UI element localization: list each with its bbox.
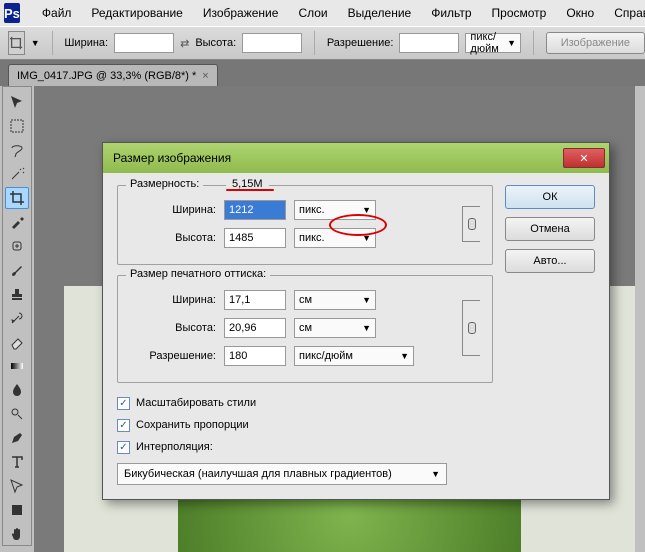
constrain-proportions-checkbox[interactable]: ✓ (117, 419, 130, 432)
image-size-dialog: Размер изображения ✕ Размерность: 5,15M … (102, 142, 610, 500)
constrain-proportions-label: Сохранить пропорции (136, 419, 249, 431)
scale-styles-checkbox[interactable]: ✓ (117, 397, 130, 410)
pixel-width-unit[interactable]: пикс.▼ (294, 200, 376, 220)
dialog-title: Размер изображения (113, 151, 231, 165)
options-resolution-input[interactable] (399, 33, 459, 53)
doc-height-input[interactable] (224, 318, 286, 338)
options-height-input[interactable] (242, 33, 302, 53)
link-icon (462, 206, 480, 242)
cancel-button[interactable]: Отмена (505, 217, 595, 241)
pixel-height-label: Высота: (130, 232, 216, 244)
options-height-label: Высота: (195, 37, 236, 49)
pixel-dimensions-group: Размерность: 5,15M Ширина: пикс.▼ Высота… (117, 185, 493, 265)
menu-help[interactable]: Справка (604, 6, 645, 20)
menu-file[interactable]: Файл (32, 6, 82, 20)
resolution-input[interactable] (224, 346, 286, 366)
dialog-titlebar[interactable]: Размер изображения ✕ (103, 143, 609, 173)
crop-tool[interactable] (5, 187, 29, 209)
pixel-width-input[interactable] (224, 200, 286, 220)
resample-checkbox[interactable]: ✓ (117, 441, 130, 454)
document-tabs: IMG_0417.JPG @ 33,3% (RGB/8*) * × (0, 60, 645, 86)
scale-styles-label: Масштабировать стили (136, 397, 256, 409)
pixel-height-unit[interactable]: пикс.▼ (294, 228, 376, 248)
document-tab-title: IMG_0417.JPG @ 33,3% (RGB/8*) * (17, 70, 196, 82)
lasso-tool[interactable] (5, 139, 29, 161)
eraser-tool[interactable] (5, 331, 29, 353)
separator (314, 31, 315, 55)
eyedropper-tool[interactable] (5, 211, 29, 233)
menu-window[interactable]: Окно (556, 6, 604, 20)
resolution-unit[interactable]: пикс/дюйм▼ (294, 346, 414, 366)
app-logo: Ps (4, 3, 20, 23)
shape-tool[interactable] (5, 499, 29, 521)
separator (52, 31, 53, 55)
options-resolution-unit[interactable]: пикс/дюйм▼ (465, 33, 521, 53)
pixel-dimensions-legend: Размерность: (126, 178, 203, 190)
healing-tool[interactable] (5, 235, 29, 257)
marquee-tool[interactable] (5, 115, 29, 137)
stamp-tool[interactable] (5, 283, 29, 305)
options-resolution-label: Разрешение: (327, 37, 394, 49)
type-tool[interactable] (5, 451, 29, 473)
swap-icon[interactable]: ⇄ (180, 37, 189, 50)
separator (533, 31, 534, 55)
history-brush-tool[interactable] (5, 307, 29, 329)
resolution-label: Разрешение: (130, 350, 216, 362)
doc-width-input[interactable] (224, 290, 286, 310)
pixel-height-input[interactable] (224, 228, 286, 248)
menu-edit[interactable]: Редактирование (81, 6, 192, 20)
annotation-underline (226, 189, 274, 191)
menu-layer[interactable]: Слои (288, 6, 337, 20)
options-image-button[interactable]: Изображение (546, 32, 645, 54)
toolbox (2, 86, 32, 546)
document-size-legend: Размер печатного оттиска: (126, 268, 270, 280)
move-tool[interactable] (5, 91, 29, 113)
doc-width-unit[interactable]: см▼ (294, 290, 376, 310)
dialog-close-button[interactable]: ✕ (563, 148, 605, 168)
doc-height-unit[interactable]: см▼ (294, 318, 376, 338)
doc-width-label: Ширина: (130, 294, 216, 306)
menu-select[interactable]: Выделение (338, 6, 422, 20)
preset-dropdown-icon[interactable]: ▼ (31, 38, 40, 48)
options-width-input[interactable] (114, 33, 174, 53)
menu-image[interactable]: Изображение (193, 6, 289, 20)
options-bar: ▼ Ширина: ⇄ Высота: Разрешение: пикс/дюй… (0, 26, 645, 60)
menubar: Ps Файл Редактирование Изображение Слои … (0, 0, 645, 26)
auto-button[interactable]: Авто... (505, 249, 595, 273)
link-icon (462, 300, 480, 356)
dodge-tool[interactable] (5, 403, 29, 425)
menu-view[interactable]: Просмотр (482, 6, 557, 20)
magic-wand-tool[interactable] (5, 163, 29, 185)
pen-tool[interactable] (5, 427, 29, 449)
close-icon[interactable]: × (202, 70, 208, 82)
options-width-label: Ширина: (64, 37, 108, 49)
crop-tool-preset-icon[interactable] (8, 31, 25, 55)
resample-label: Интерполяция: (136, 441, 213, 453)
brush-tool[interactable] (5, 259, 29, 281)
blur-tool[interactable] (5, 379, 29, 401)
doc-height-label: Высота: (130, 322, 216, 334)
ok-button[interactable]: ОК (505, 185, 595, 209)
menu-filter[interactable]: Фильтр (421, 6, 481, 20)
gradient-tool[interactable] (5, 355, 29, 377)
document-size-group: Размер печатного оттиска: Ширина: см▼ Вы… (117, 275, 493, 383)
interpolation-combo[interactable]: Бикубическая (наилучшая для плавных град… (117, 463, 447, 485)
document-tab[interactable]: IMG_0417.JPG @ 33,3% (RGB/8*) * × (8, 64, 218, 86)
pixel-width-label: Ширина: (130, 204, 216, 216)
hand-tool[interactable] (5, 523, 29, 545)
path-tool[interactable] (5, 475, 29, 497)
